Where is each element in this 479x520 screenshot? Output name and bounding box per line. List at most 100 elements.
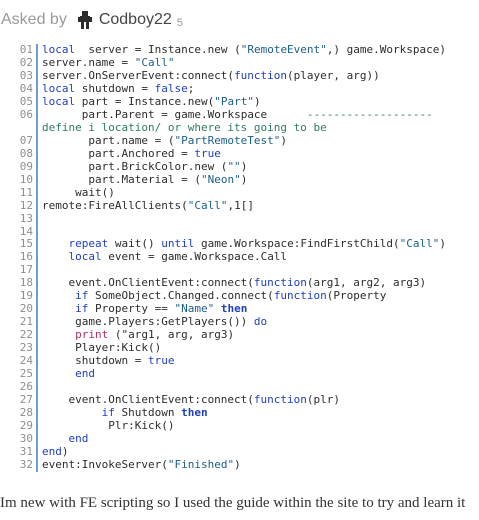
question-body-text: Im new with FE scripting so I used the g… — [0, 495, 466, 511]
code-line: 22 print ("arg1, arg, arg3) — [16, 328, 479, 343]
code-line: 31 end) — [16, 445, 479, 459]
code-token: if — [101, 407, 115, 420]
code-token: local — [42, 44, 76, 56]
code-token: ,) game.Workspace) — [326, 44, 447, 56]
code-line: 03 server.OnServerEvent:connect(function(… — [16, 69, 479, 83]
code-token: SomeObject.Changed.connect( — [88, 290, 274, 303]
code-token: event.OnClientEvent:connect( — [42, 277, 254, 290]
line-number: 12 — [16, 199, 38, 213]
code-token: ) — [240, 160, 248, 173]
code-token: server.OnServerEvent:connect( — [42, 69, 235, 82]
code-text: Plr:Kick() — [38, 420, 174, 433]
code-text: part.name = ("PartRemoteTest") — [38, 135, 287, 148]
code-text: print ("arg1, arg, arg3) — [38, 329, 234, 342]
code-line: 15 repeat wait() until game.Workspace:Fi… — [16, 238, 479, 252]
code-line: 04 local shutdown = false; — [16, 82, 479, 96]
line-number: 11 — [16, 186, 38, 200]
code-token: part.Material = ( — [42, 173, 201, 186]
code-line: 24 shutdown = true — [16, 354, 479, 369]
code-line: 19 if SomeObject.Changed.connect(functio… — [16, 289, 479, 304]
code-text: event.OnClientEvent:connect(function(plr… — [38, 394, 340, 407]
line-number: 03 — [16, 69, 38, 83]
code-token: function — [253, 277, 307, 290]
code-text: shutdown = true — [38, 355, 174, 368]
code-token: "Finished" — [167, 458, 235, 471]
code-line: 32 event:InvokeServer("Finished") — [16, 458, 479, 472]
code-line: 09 part.BrickColor.new ("") — [16, 160, 479, 174]
line-number: 32 — [16, 458, 38, 472]
code-line: 25 end — [16, 367, 479, 382]
code-token: "PartRemoteTest" — [174, 134, 281, 147]
code-text: local shutdown = false; — [38, 83, 194, 96]
code-block: 01 local server = Instance.new ("RemoteEv… — [16, 43, 479, 472]
code-token: true — [147, 355, 175, 368]
code-line: 02 server.name = "Call" — [16, 56, 479, 70]
asked-by-label: Asked by — [1, 11, 67, 28]
code-line: 14 — [16, 225, 479, 239]
code-line: 30 end — [16, 432, 479, 446]
code-token: ; — [187, 82, 195, 95]
code-token: part.name = ( — [42, 134, 175, 147]
code-token: "Name" — [174, 303, 215, 316]
line-number: 05 — [16, 95, 38, 109]
code-token: server = Instance.new ( — [75, 44, 241, 56]
code-text: local server = Instance.new ("RemoteEven… — [38, 44, 446, 57]
code-text: event:InvokeServer("Finished") — [38, 459, 241, 472]
code-token: (arg1, arg2, arg3) — [306, 277, 427, 290]
code-text: end) — [38, 446, 69, 459]
code-token: true — [194, 147, 221, 160]
username-link[interactable]: Codboy22 — [99, 11, 172, 29]
code-token: function — [253, 394, 307, 407]
code-text: local part = Instance.new("Part") — [38, 96, 261, 109]
code-text: if Property == "Name" then — [38, 303, 247, 316]
code-text: event.OnClientEvent:connect(function(arg… — [38, 277, 426, 290]
code-token: do — [253, 316, 268, 329]
code-text: server.name = "Call" — [38, 57, 174, 70]
code-token: "Neon" — [200, 173, 241, 186]
code-line: 17 — [16, 263, 479, 278]
reputation-count: 5 — [176, 17, 183, 29]
code-line: 18 event.OnClientEvent:connect(function(… — [16, 276, 479, 291]
code-token: ,1[] — [227, 199, 254, 212]
code-token: then — [181, 407, 208, 420]
code-token: (Property — [326, 290, 387, 303]
code-token: false — [154, 82, 188, 95]
code-token: event.OnClientEvent:connect( — [42, 394, 254, 407]
line-number: 06 — [16, 108, 38, 135]
code-token: wait() — [108, 238, 162, 251]
code-line: 13 — [16, 212, 479, 226]
code-token: part.Parent = game.Workspace — [42, 108, 307, 121]
avatar-icon[interactable] — [77, 11, 93, 29]
code-token: "Call" — [399, 238, 440, 251]
code-text: repeat wait() until game.Workspace:FindF… — [38, 238, 447, 251]
code-line: 16 local event = game.Workspace.Call — [16, 250, 479, 265]
code-token: if — [75, 303, 89, 316]
code-token: "RemoteEvent" — [240, 44, 327, 56]
code-token: Shutdown — [114, 407, 182, 420]
code-text: end — [38, 368, 95, 381]
code-token: event:InvokeServer( — [42, 458, 168, 471]
code-line: 01 local server = Instance.new ("RemoteEv… — [16, 43, 479, 57]
code-token: server.name = — [42, 56, 135, 69]
code-token: shutdown = — [42, 355, 148, 368]
code-token: print — [75, 329, 109, 342]
code-token: ("arg1, arg, arg3) — [108, 329, 235, 342]
code-token: part.Anchored = — [42, 147, 195, 160]
code-text: server.OnServerEvent:connect(function(pl… — [38, 70, 380, 83]
code-text: end — [38, 433, 89, 446]
line-number: 09 — [16, 160, 38, 174]
code-line: 21 game.Players:GetPlayers()) do — [16, 315, 479, 330]
code-line: 05 local part = Instance.new("Part") — [16, 95, 479, 109]
code-text: part.Parent = game.Workspace -----------… — [38, 109, 479, 135]
code-text: game.Players:GetPlayers()) do — [38, 316, 267, 329]
code-token: Player:Kick() — [42, 342, 162, 355]
line-number: 07 — [16, 134, 38, 148]
